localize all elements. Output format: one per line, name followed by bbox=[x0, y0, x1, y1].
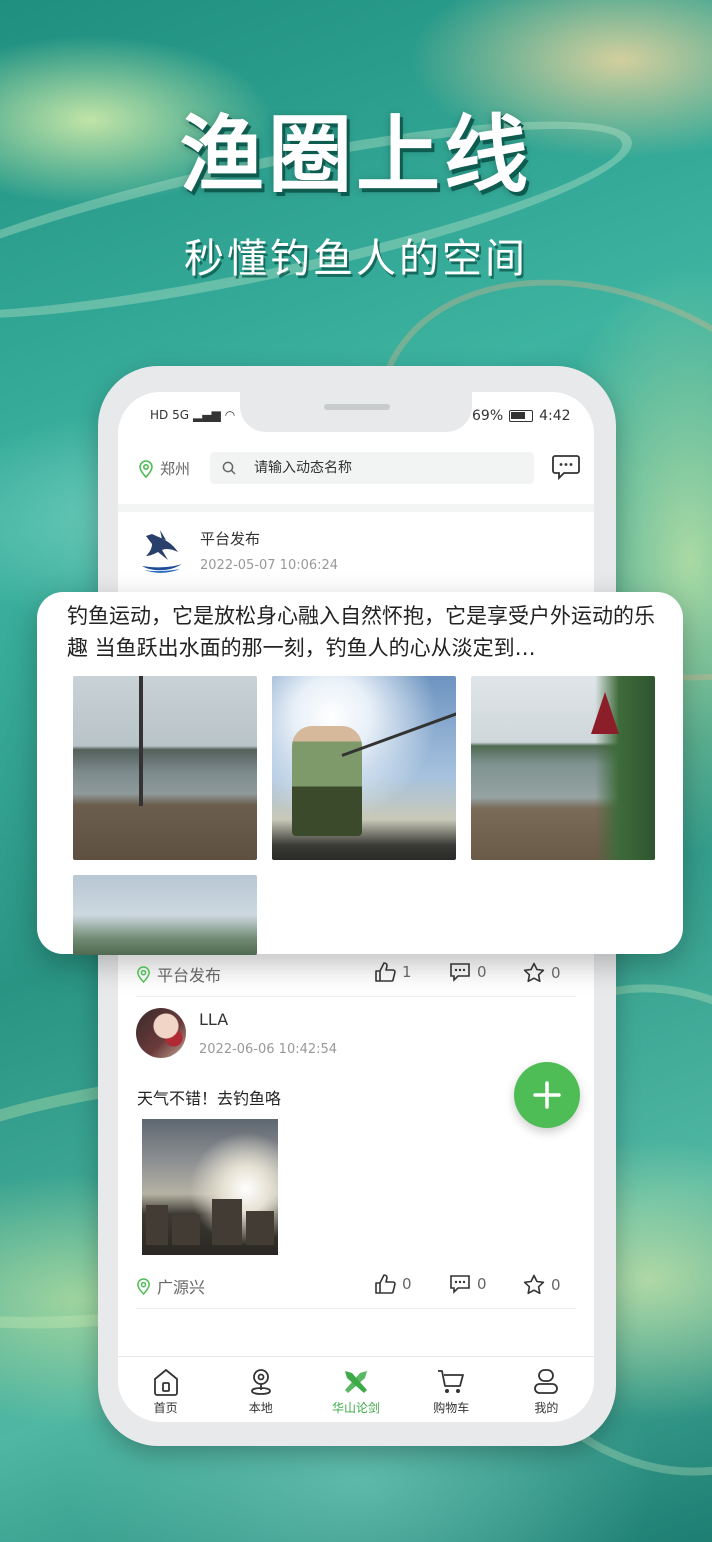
tab-label: 我的 bbox=[534, 1401, 559, 1415]
post-author[interactable]: LLA bbox=[199, 1010, 228, 1029]
location-pin-icon bbox=[137, 1277, 150, 1295]
like-button[interactable]: 0 bbox=[374, 1274, 412, 1294]
comment-icon bbox=[450, 963, 470, 982]
status-battery: 69% 4:42 bbox=[472, 408, 571, 424]
tab-label: 华山论剑 bbox=[332, 1401, 381, 1415]
promo-subline: 秒懂钓鱼人的空间 bbox=[184, 236, 528, 282]
user-avatar[interactable] bbox=[136, 1008, 186, 1058]
post-content-card[interactable]: 钓鱼运动，它是放松身心融入自然怀抱，它是享受户外运动的乐趣 当鱼跃出水面的那一刻… bbox=[37, 592, 683, 955]
like-count: 0 bbox=[402, 1275, 412, 1293]
post-photo-pier[interactable] bbox=[471, 676, 655, 860]
building-silhouette bbox=[172, 1215, 200, 1245]
message-icon bbox=[552, 455, 580, 481]
tab-home[interactable]: 首页 bbox=[118, 1357, 213, 1422]
status-time: 4:42 bbox=[539, 408, 571, 424]
location-pin-icon bbox=[250, 1369, 271, 1395]
favorite-button[interactable]: 0 bbox=[523, 1274, 561, 1295]
post-location[interactable]: 平台发布 bbox=[136, 962, 221, 986]
comment-count: 0 bbox=[477, 1275, 487, 1293]
search-header: 郑州 bbox=[118, 444, 594, 494]
cart-icon bbox=[438, 1370, 465, 1393]
tab-profile[interactable]: 我的 bbox=[499, 1357, 594, 1422]
location-pin-icon bbox=[139, 459, 153, 478]
plus-icon bbox=[533, 1081, 561, 1109]
thumbs-up-icon bbox=[375, 1274, 396, 1294]
star-icon bbox=[523, 1274, 545, 1295]
tab-label: 首页 bbox=[153, 1401, 178, 1415]
like-count: 1 bbox=[402, 963, 412, 981]
post-photo-angler[interactable] bbox=[272, 676, 456, 860]
crossed-swords-icon bbox=[345, 1371, 367, 1393]
battery-percent: 69% bbox=[472, 408, 504, 424]
post-header: 平台发布 2022-05-07 10:06:24 bbox=[138, 524, 578, 584]
star-icon bbox=[523, 962, 545, 983]
fishing-rod bbox=[341, 702, 456, 757]
bottom-tab-bar: 首页 本地 华山论剑 购物车 我的 bbox=[118, 1356, 594, 1422]
post-separator bbox=[136, 1308, 576, 1309]
angler-figure bbox=[292, 726, 362, 836]
tab-label: 本地 bbox=[248, 1401, 273, 1415]
post-text: 天气不错！去钓鱼咯 bbox=[137, 1089, 282, 1108]
comment-icon bbox=[450, 1275, 470, 1294]
location-label: 广源兴 bbox=[157, 1278, 206, 1297]
tab-cart[interactable]: 购物车 bbox=[404, 1357, 499, 1422]
favorite-count: 0 bbox=[551, 1275, 561, 1294]
user-icon bbox=[534, 1369, 559, 1394]
post-text: 钓鱼运动，它是放松身心融入自然怀抱，它是享受户外运动的乐趣 当鱼跃出水面的那一刻… bbox=[67, 604, 655, 660]
comment-button[interactable]: 0 bbox=[449, 962, 487, 982]
tab-forum[interactable]: 华山论剑 bbox=[308, 1357, 403, 1422]
comment-button[interactable]: 0 bbox=[449, 1274, 487, 1294]
post-photo-sunset[interactable] bbox=[142, 1119, 278, 1255]
location-pin-icon bbox=[137, 965, 150, 983]
search-icon bbox=[222, 461, 236, 475]
search-input[interactable] bbox=[254, 460, 494, 476]
tab-local[interactable]: 本地 bbox=[213, 1357, 308, 1422]
post-time: 2022-06-06 10:42:54 bbox=[199, 1042, 338, 1057]
comment-count: 0 bbox=[477, 963, 487, 981]
favorite-button[interactable]: 0 bbox=[523, 962, 561, 983]
post-location[interactable]: 广源兴 bbox=[136, 1274, 205, 1298]
post-footer: 广源兴 0 0 0 bbox=[136, 1270, 576, 1300]
home-icon bbox=[153, 1369, 178, 1396]
post-photo-shore[interactable] bbox=[73, 875, 257, 955]
marlin-logo-avatar[interactable] bbox=[138, 524, 186, 576]
network-label: HD 5G bbox=[150, 408, 190, 422]
like-button[interactable]: 1 bbox=[374, 962, 412, 982]
building-silhouette bbox=[212, 1199, 242, 1245]
tab-label: 购物车 bbox=[433, 1401, 470, 1415]
promo-headline: 渔圈上线 bbox=[179, 106, 532, 204]
post-time: 2022-05-07 10:06:24 bbox=[200, 558, 339, 573]
building-silhouette bbox=[146, 1205, 168, 1245]
location-label: 平台发布 bbox=[157, 966, 222, 985]
post-author[interactable]: 平台发布 bbox=[200, 528, 260, 549]
favorite-count: 0 bbox=[551, 963, 561, 982]
status-network: HD 5G ▂▄▆ ◠ bbox=[150, 408, 235, 422]
post-separator bbox=[136, 996, 576, 997]
post-footer: 平台发布 1 0 0 bbox=[136, 958, 576, 988]
lamp-pole bbox=[139, 676, 143, 806]
post-photo-lake[interactable] bbox=[73, 676, 257, 860]
message-button[interactable] bbox=[552, 454, 580, 484]
city-label: 郑州 bbox=[160, 460, 191, 478]
create-post-button[interactable] bbox=[514, 1062, 580, 1128]
speaker-grille bbox=[324, 404, 390, 410]
wifi-icon: ◠ bbox=[224, 408, 236, 422]
city-selector[interactable]: 郑州 bbox=[138, 458, 190, 479]
signal-icon: ▂▄▆ bbox=[193, 408, 221, 422]
battery-icon bbox=[509, 410, 534, 422]
thumbs-up-icon bbox=[375, 962, 396, 982]
search-bar[interactable] bbox=[210, 452, 534, 484]
building-silhouette bbox=[246, 1211, 274, 1245]
section-divider bbox=[118, 504, 594, 512]
